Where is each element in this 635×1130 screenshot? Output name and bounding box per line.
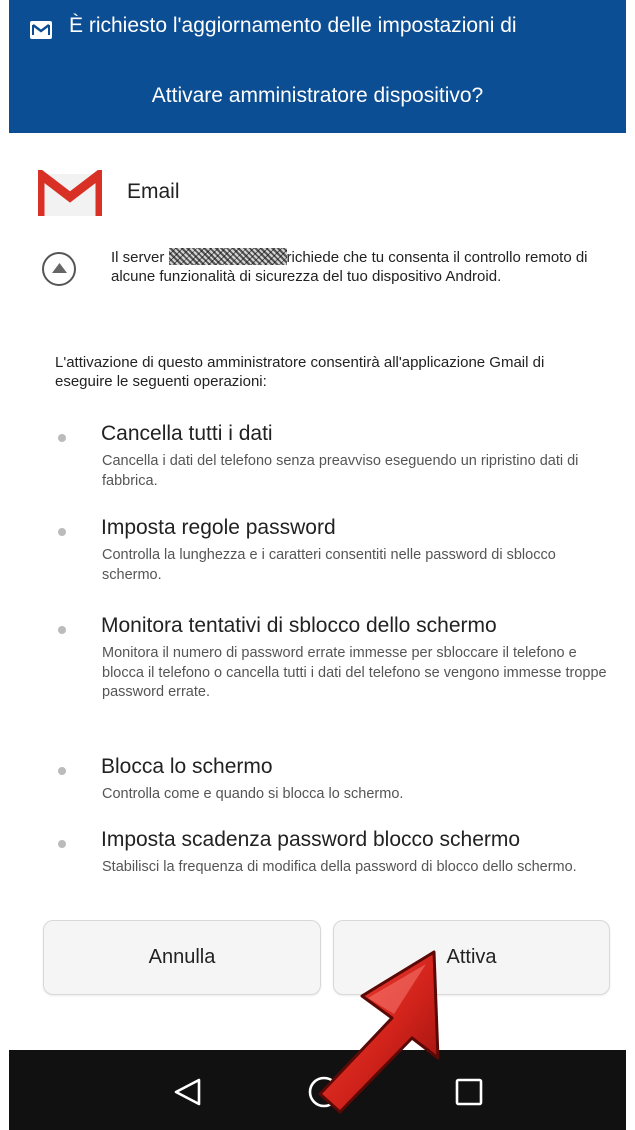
permission-title: Cancella tutti i dati	[101, 422, 273, 445]
back-icon[interactable]	[173, 1078, 203, 1106]
permission-description: Controlla come e quando si blocca lo sch…	[102, 786, 404, 802]
app-header: Email	[38, 170, 598, 220]
server-notice: Il server richiede che tu consenta il co…	[111, 248, 601, 286]
permission-description: Stabilisci la frequenza di modifica dell…	[102, 859, 577, 875]
permission-title: Imposta scadenza password blocco schermo	[101, 828, 521, 851]
notification-title: È richiesto l'aggiornamento delle impost…	[69, 14, 517, 37]
gmail-logo	[38, 170, 102, 216]
permission-title: Monitora tentativi di sblocco dello sche…	[101, 614, 497, 637]
permissions-intro: L'attivazione di questo amministratore c…	[55, 354, 545, 390]
redacted-server-name	[168, 248, 287, 265]
bullet-dot	[58, 434, 66, 442]
permission-description: Monitora il numero di password errate im…	[102, 645, 607, 700]
notification-subtitle: Attivare amministratore dispositivo?	[151, 84, 484, 107]
cancel-button[interactable]: Annulla	[43, 920, 321, 995]
permission-title: Blocca lo schermo	[101, 755, 273, 778]
bullet-dot	[58, 767, 66, 775]
mail-icon	[30, 21, 52, 39]
app-name: Email	[127, 180, 180, 203]
collapse-toggle-button[interactable]	[42, 252, 76, 286]
chevron-up-icon	[52, 263, 67, 273]
permission-description: Cancella i dati del telefono senza preav…	[102, 453, 579, 489]
bullet-dot	[58, 840, 66, 848]
notification-banner[interactable]: È richiesto l'aggiornamento delle impost…	[9, 0, 626, 133]
pointer-arrow-icon	[318, 950, 440, 1114]
server-notice-prefix: Il server	[111, 249, 165, 266]
recents-icon[interactable]	[455, 1078, 483, 1106]
device-admin-screen: È richiesto l'aggiornamento delle impost…	[0, 0, 635, 1130]
permission-title: Imposta regole password	[101, 516, 336, 539]
permission-description: Controlla la lunghezza e i caratteri con…	[102, 547, 556, 583]
bullet-dot	[58, 528, 66, 536]
bullet-dot	[58, 626, 66, 634]
